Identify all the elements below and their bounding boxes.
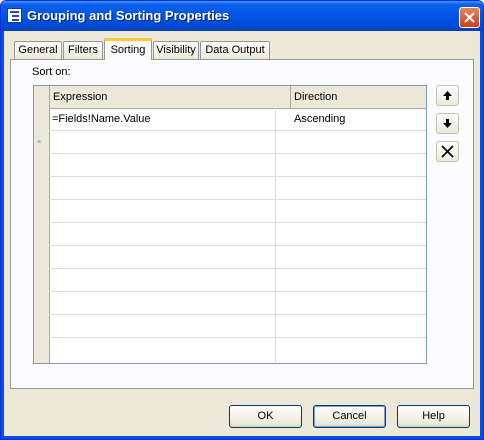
empty-row[interactable] [49,292,426,315]
empty-row[interactable] [49,223,426,246]
empty-row[interactable] [49,246,426,269]
new-row[interactable] [49,131,426,154]
move-down-button[interactable] [436,113,459,134]
direction-cell[interactable]: Ascending [291,108,426,130]
new-row-marker: * [37,138,42,150]
sort-on-label: Sort on: [32,66,71,78]
tab-sorting[interactable]: Sorting [104,38,152,60]
arrow-up-icon [443,91,452,100]
column-header-direction[interactable]: Direction [291,86,426,108]
delete-button[interactable] [436,141,459,162]
grid-header: Expression Direction [34,86,426,109]
tab-visibility[interactable]: Visibility [153,41,199,59]
expression-cell[interactable]: =Fields!Name.Value [49,108,290,130]
empty-row[interactable] [49,315,426,338]
empty-row[interactable] [49,200,426,223]
tab-data-output[interactable]: Data Output [200,41,270,59]
move-up-button[interactable] [436,85,459,106]
delete-x-icon [441,145,454,158]
tab-filters[interactable]: Filters [63,41,103,59]
close-icon [464,12,475,23]
sort-grid[interactable]: Expression Direction =Fields!Name.Value … [33,85,427,364]
close-button[interactable] [459,7,480,28]
tab-general[interactable]: General [14,41,62,59]
empty-row[interactable] [49,177,426,200]
help-button[interactable]: Help [397,405,470,428]
window-title: Grouping and Sorting Properties [27,8,230,23]
empty-row[interactable] [49,154,426,177]
table-row[interactable]: =Fields!Name.Value Ascending [49,108,426,131]
arrow-down-icon [443,119,452,128]
cancel-button[interactable]: Cancel [313,405,386,428]
empty-row[interactable] [49,269,426,292]
empty-row[interactable] [49,338,426,360]
title-bar[interactable]: Grouping and Sorting Properties [1,1,483,31]
grid-corner [34,86,50,108]
column-header-expression[interactable]: Expression [50,86,291,108]
ok-button[interactable]: OK [229,405,302,428]
app-icon [7,8,22,23]
